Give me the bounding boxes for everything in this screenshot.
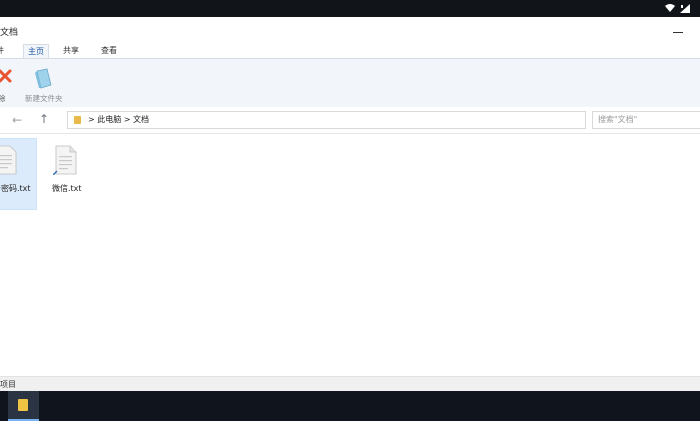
tab-share[interactable]: 共享: [58, 44, 84, 58]
window-title-bar: 文档: [0, 17, 700, 44]
back-arrow-icon[interactable]: ←: [12, 113, 26, 127]
item-count-text: 项目: [0, 380, 16, 389]
search-input[interactable]: 搜索"文档": [592, 111, 700, 129]
tab-file[interactable]: 件: [0, 44, 4, 58]
window-title: 文档: [0, 28, 19, 38]
text-file-icon: [0, 145, 17, 175]
file-explorer-icon: [18, 399, 28, 411]
file-explorer-taskbar-button[interactable]: [8, 391, 39, 421]
search-placeholder: 搜索"文档": [598, 115, 638, 124]
file-item[interactable]: 微信.txt: [46, 138, 85, 210]
file-list-pane: 号密码.txt 微信.txt: [0, 134, 700, 376]
taskbar: [0, 391, 700, 421]
up-arrow-icon[interactable]: ↑: [39, 112, 51, 126]
new-folder-icon: [35, 68, 52, 89]
breadcrumb: > 此电脑 > 文档: [88, 115, 150, 124]
status-bar: 项目: [0, 376, 700, 391]
tab-home[interactable]: 主页: [23, 44, 49, 58]
wifi-signal-icon: [665, 4, 690, 13]
ribbon-tabs: 件 主页 共享 查看: [0, 44, 700, 58]
navigation-bar: ← ↑ > 此电脑 > 文档 搜索"文档": [0, 107, 700, 134]
delete-label: 除: [0, 94, 6, 103]
new-folder-button[interactable]: 新建文件夹: [22, 63, 66, 103]
tab-view[interactable]: 查看: [96, 44, 122, 58]
file-name: 号密码.txt: [0, 184, 31, 193]
system-status-bar: [0, 0, 700, 17]
address-bar[interactable]: > 此电脑 > 文档: [67, 111, 586, 129]
new-folder-label: 新建文件夹: [25, 94, 63, 103]
file-item[interactable]: 号密码.txt: [0, 138, 37, 210]
delete-button[interactable]: 除: [0, 63, 14, 103]
delete-x-icon: [0, 69, 12, 83]
folder-icon: [74, 116, 81, 124]
text-file-icon: [53, 145, 77, 175]
minimize-button[interactable]: [672, 25, 684, 35]
ribbon-panel: 除 新建文件夹: [0, 58, 700, 108]
file-name: 微信.txt: [52, 184, 82, 193]
